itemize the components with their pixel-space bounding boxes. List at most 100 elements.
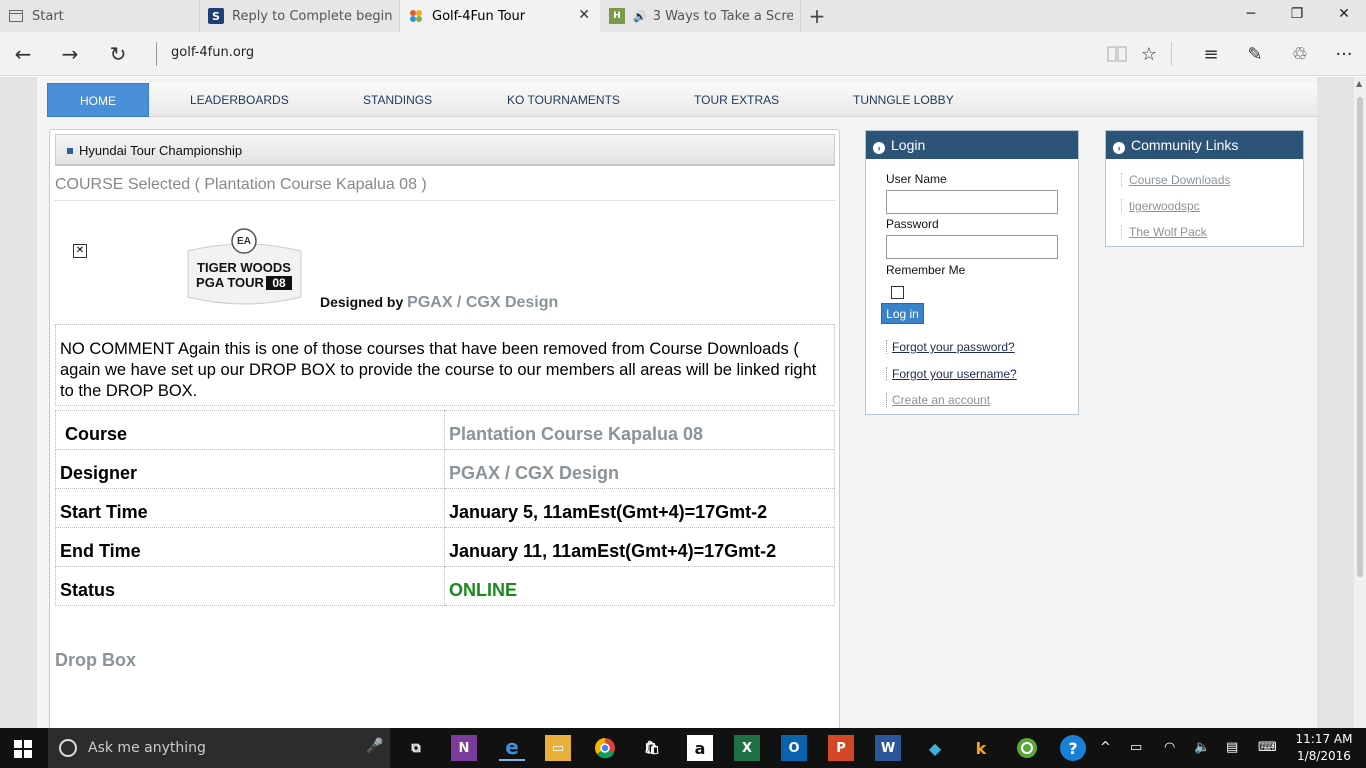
nav-ko-tournaments[interactable]: KO TOURNAMENTS — [507, 83, 620, 117]
forward-arrow-icon[interactable]: → — [55, 40, 85, 68]
help-icon[interactable]: ? — [1060, 735, 1086, 761]
logo-year: 08 — [272, 276, 286, 290]
designed-by-line: Designed by PGAX / CGX Design — [320, 294, 558, 312]
amazon-icon[interactable]: a — [687, 735, 713, 761]
panel-toggle-icon[interactable]: › — [1113, 142, 1125, 154]
login-panel: › Login User Name Password Remember Me Lo… — [865, 130, 1079, 415]
forgot-username-link[interactable]: Forgot your username? — [892, 367, 1017, 381]
show-hidden-icons[interactable]: ^ — [1100, 740, 1111, 755]
drop-box-link[interactable]: Drop Box — [55, 650, 136, 671]
link-bar — [1121, 199, 1123, 213]
page-container: HOME LEADERBOARDS STANDINGS KO TOURNAMEN… — [37, 77, 1317, 728]
outlook-icon[interactable]: O — [781, 735, 807, 761]
excel-icon[interactable]: X — [734, 735, 760, 761]
nav-tour-extras[interactable]: TOUR EXTRAS — [694, 83, 779, 117]
tab-golf-4fun[interactable]: Golf-4Fun Tour ✕ — [400, 0, 600, 32]
more-icon[interactable]: ··· — [1332, 42, 1356, 66]
powerpoint-icon[interactable]: P — [828, 735, 854, 761]
system-clock[interactable]: 11:17 AM 1/8/2016 — [1294, 731, 1354, 765]
designer-value[interactable]: PGAX / CGX Design — [444, 449, 835, 489]
audio-playing-icon[interactable]: 🔊 — [633, 10, 647, 23]
scroll-up-icon[interactable]: ▲ — [1356, 79, 1362, 88]
designer-key: Designer — [55, 449, 445, 489]
designed-by-value[interactable]: PGAX / CGX Design — [407, 294, 558, 311]
close-tab-icon[interactable]: ✕ — [578, 7, 590, 23]
community-header: › Community Links — [1106, 131, 1303, 159]
wifi-icon[interactable]: ◠ — [1164, 740, 1175, 755]
k-app-icon[interactable]: k — [968, 735, 994, 761]
web-note-icon[interactable]: ✎ — [1243, 42, 1267, 66]
cortana-icon — [59, 739, 77, 757]
course-info-table: Course Plantation Course Kapalua 08 Desi… — [55, 410, 835, 606]
battery-icon[interactable]: ▭ — [1130, 740, 1142, 755]
link-bar — [886, 340, 888, 354]
new-tab-icon[interactable]: + — [806, 4, 828, 28]
logo-line2: PGA TOUR — [196, 275, 265, 290]
course-selected-heading: COURSE Selected ( Plantation Course Kapa… — [55, 176, 835, 201]
volume-icon[interactable]: 🔈 — [1194, 740, 1210, 755]
nav-standings[interactable]: STANDINGS — [363, 83, 432, 117]
login-button[interactable]: Log in — [881, 303, 924, 324]
address-bar-row: ← → ↻ golf-4fun.org ☆ ≡ ✎ ♲ ··· — [0, 32, 1366, 76]
edge-icon[interactable]: e — [499, 735, 525, 761]
table-row: Designer PGAX / CGX Design — [55, 449, 835, 489]
keyboard-icon[interactable]: ⌨ — [1258, 740, 1277, 755]
tab-start[interactable]: Start — [0, 0, 200, 32]
task-view-icon[interactable]: ⧉ — [403, 735, 429, 761]
reading-view-icon[interactable] — [1105, 42, 1129, 66]
scrollbar-thumb[interactable] — [1357, 97, 1363, 577]
windows-start-icon[interactable] — [14, 740, 32, 758]
community-title: Community Links — [1131, 137, 1239, 153]
content-title-bar: Hyundai Tour Championship — [55, 134, 835, 166]
hub-icon[interactable]: ≡ — [1199, 42, 1223, 66]
course-value[interactable]: Plantation Course Kapalua 08 — [444, 410, 835, 450]
minimize-icon[interactable]: ─ — [1241, 6, 1261, 22]
url-field[interactable]: golf-4fun.org — [171, 45, 254, 60]
link-bar — [1121, 173, 1123, 187]
remember-me-checkbox[interactable] — [891, 286, 904, 299]
logo-line1: TIGER WOODS — [197, 260, 291, 275]
password-field[interactable] — [886, 235, 1058, 259]
create-account-link[interactable]: Create an account — [892, 393, 990, 407]
tab-wikihow[interactable]: H 🔊 3 Ways to Take a Screen — [601, 0, 801, 32]
refresh-icon[interactable]: ↻ — [103, 40, 133, 68]
remember-me-label: Remember Me — [886, 263, 966, 277]
back-arrow-icon[interactable]: ← — [8, 40, 38, 68]
tunngle-icon[interactable] — [1014, 735, 1040, 761]
forgot-password-link[interactable]: Forgot your password? — [892, 340, 1015, 354]
tab-label: Golf-4Fun Tour — [432, 8, 526, 24]
taskbar: Ask me anything 🎤 ⧉ N e ▭ 🛍 a X O P W ◆ … — [0, 728, 1366, 768]
nav-leaderboards[interactable]: LEADERBOARDS — [190, 83, 289, 117]
nav-home[interactable]: HOME — [47, 83, 149, 117]
panel-toggle-icon[interactable]: › — [873, 142, 885, 154]
community-link-wolf-pack[interactable]: The Wolf Pack — [1129, 225, 1207, 239]
favorite-star-icon[interactable]: ☆ — [1137, 42, 1161, 66]
nav-tunngle-lobby[interactable]: TUNNGLE LOBBY — [853, 83, 954, 117]
file-explorer-icon[interactable]: ▭ — [545, 735, 571, 761]
action-center-icon[interactable]: ▤ — [1226, 740, 1238, 755]
onenote-icon[interactable]: N — [451, 735, 477, 761]
tab-bar: Start S Reply to Complete beginne Golf-4… — [0, 0, 1366, 32]
kodi-icon[interactable]: ◆ — [922, 735, 948, 761]
status-key: Status — [55, 566, 445, 606]
table-row: Course Plantation Course Kapalua 08 — [55, 410, 835, 450]
community-link-course-downloads[interactable]: Course Downloads — [1129, 173, 1230, 187]
close-window-icon[interactable]: ✕ — [1334, 6, 1354, 22]
tab-reply[interactable]: S Reply to Complete beginne — [200, 0, 400, 32]
chrome-icon[interactable] — [592, 735, 618, 761]
link-bar — [886, 393, 888, 407]
table-row: Start Time January 5, 11amEst(Gmt+4)=17G… — [55, 488, 835, 528]
store-icon[interactable]: 🛍 — [639, 735, 665, 761]
username-field[interactable] — [886, 190, 1058, 214]
course-comment: NO COMMENT Again this is one of those co… — [55, 324, 835, 406]
page-scrollbar[interactable]: ▲ — [1354, 77, 1366, 728]
community-link-tigerwoodspc[interactable]: tigerwoodspc — [1129, 199, 1200, 213]
word-icon[interactable]: W — [875, 735, 901, 761]
share-icon[interactable]: ♲ — [1288, 42, 1312, 66]
microphone-icon[interactable]: 🎤 — [366, 738, 383, 754]
restore-icon[interactable]: ❐ — [1287, 6, 1307, 22]
start-time-value: January 5, 11amEst(Gmt+4)=17Gmt-2 — [444, 488, 835, 528]
end-time-key: End Time — [55, 527, 445, 567]
cortana-search[interactable]: Ask me anything 🎤 — [48, 728, 390, 768]
community-links-panel: › Community Links Course Downloads tigerw… — [1105, 130, 1304, 247]
